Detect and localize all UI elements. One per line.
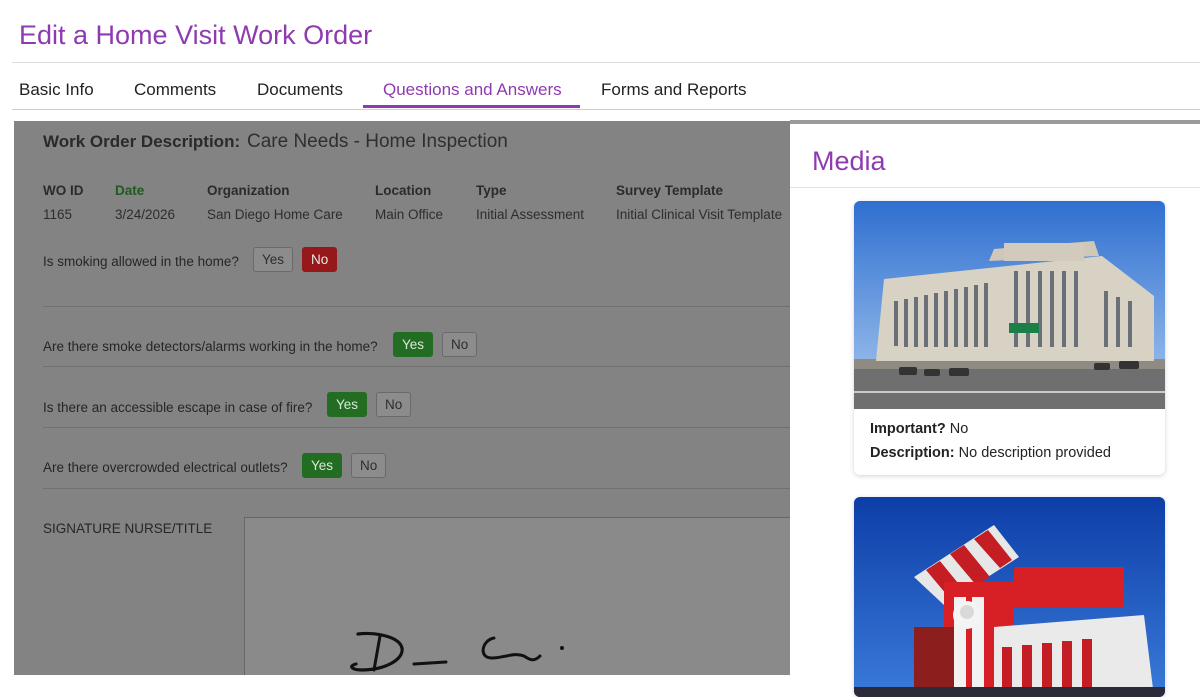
media-card[interactable] bbox=[854, 497, 1165, 697]
media-important: Important? No bbox=[870, 421, 968, 437]
question-smoke-detectors: Are there smoke detectors/alarms working… bbox=[43, 339, 378, 354]
smoking-yes-button[interactable]: Yes bbox=[253, 247, 294, 272]
work-order-description-value: Care Needs - Home Inspection bbox=[247, 131, 508, 152]
divider bbox=[43, 366, 803, 367]
tab-forms-and-reports[interactable]: Forms and Reports bbox=[601, 80, 747, 100]
media-description: Description: No description provided bbox=[870, 445, 1111, 461]
description-label: Description: bbox=[870, 445, 955, 461]
divider bbox=[43, 427, 803, 428]
col-value-type: Initial Assessment bbox=[476, 207, 585, 222]
media-card[interactable]: Important? No Description: No descriptio… bbox=[854, 201, 1165, 475]
building-photo-icon[interactable] bbox=[854, 201, 1165, 409]
signature-label: SIGNATURE NURSE/TITLE bbox=[43, 521, 213, 536]
smoking-no-button[interactable]: No bbox=[302, 247, 338, 272]
col-header-date: Date bbox=[115, 183, 145, 198]
important-value: No bbox=[949, 421, 969, 437]
col-header-type: Type bbox=[476, 183, 507, 198]
smoke-detectors-yes-button[interactable]: Yes bbox=[393, 332, 434, 357]
question-electrical-outlets: Are there overcrowded electrical outlets… bbox=[43, 460, 288, 475]
question-escape: Is there an accessible escape in case of… bbox=[43, 400, 313, 415]
col-header-location: Location bbox=[375, 183, 432, 198]
signature-ink bbox=[350, 631, 564, 672]
escape-yes-button[interactable]: Yes bbox=[327, 392, 368, 417]
escape-no-button[interactable]: No bbox=[376, 392, 412, 417]
kfc-restaurant-photo-icon[interactable] bbox=[854, 497, 1165, 697]
active-tab-indicator bbox=[363, 105, 580, 108]
tab-basic-info[interactable]: Basic Info bbox=[19, 80, 94, 100]
outlets-yes-button[interactable]: Yes bbox=[302, 453, 343, 478]
col-header-organization: Organization bbox=[207, 183, 290, 198]
tabs-divider bbox=[12, 109, 1200, 110]
smoke-detectors-no-button[interactable]: No bbox=[442, 332, 478, 357]
col-value-wo-id: 1165 bbox=[43, 207, 73, 222]
page-title: Edit a Home Visit Work Order bbox=[19, 20, 373, 50]
media-title: Media bbox=[812, 146, 886, 176]
divider bbox=[43, 488, 803, 489]
important-label: Important? bbox=[870, 421, 946, 437]
description-value: No description provided bbox=[958, 445, 1111, 461]
col-header-wo-id: WO ID bbox=[43, 183, 84, 198]
question-smoking: Is smoking allowed in the home? bbox=[43, 254, 239, 269]
divider bbox=[43, 306, 803, 307]
title-divider bbox=[12, 62, 1200, 63]
col-value-location: Main Office bbox=[375, 207, 444, 222]
media-divider bbox=[790, 187, 1200, 188]
col-value-date: 3/24/2026 bbox=[115, 207, 176, 222]
col-header-survey-template: Survey Template bbox=[616, 183, 724, 198]
work-order-description-label: Work Order Description: bbox=[43, 132, 241, 151]
tab-questions-and-answers[interactable]: Questions and Answers bbox=[383, 80, 562, 100]
tab-bar: Basic Info Comments Documents Questions … bbox=[0, 70, 1200, 110]
col-value-survey-template: Initial Clinical Visit Template bbox=[616, 207, 783, 222]
media-panel: Media Important? No Description: No desc… bbox=[790, 124, 1200, 697]
tab-comments[interactable]: Comments bbox=[134, 80, 216, 100]
outlets-no-button[interactable]: No bbox=[351, 453, 387, 478]
tab-documents[interactable]: Documents bbox=[257, 80, 343, 100]
col-value-organization: San Diego Home Care bbox=[207, 207, 343, 222]
